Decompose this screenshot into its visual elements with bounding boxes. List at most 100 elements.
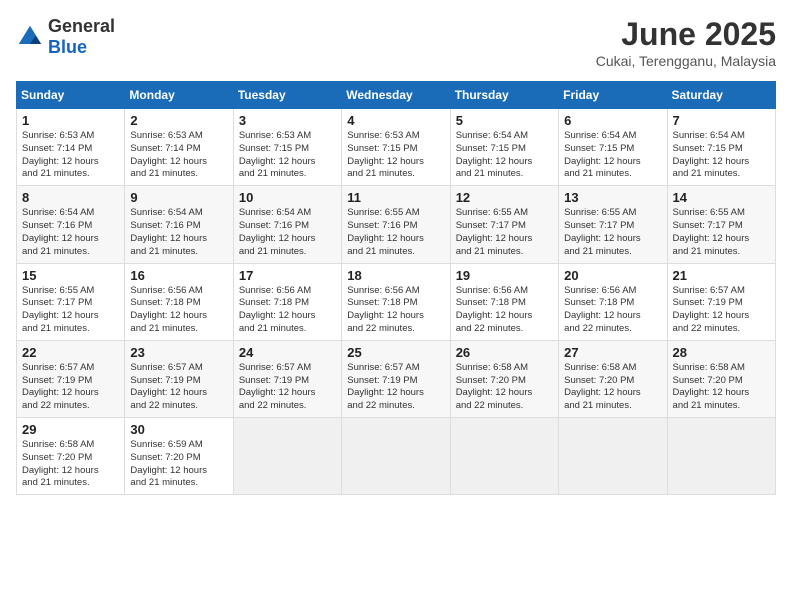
day-info-2: Sunrise: 6:53 AMSunset: 7:14 PMDaylight:… — [130, 130, 227, 181]
calendar-cell: 14 Sunrise: 6:55 AMSunset: 7:17 PMDayligh… — [667, 186, 775, 263]
day-number-11: 11 — [347, 190, 444, 205]
day-number-26: 26 — [456, 345, 553, 360]
day-info-21: Sunrise: 6:57 AMSunset: 7:19 PMDaylight:… — [673, 285, 770, 336]
header-monday: Monday — [125, 82, 233, 109]
calendar-cell: 16 Sunrise: 6:56 AMSunset: 7:18 PMDayligh… — [125, 263, 233, 340]
calendar-cell: 30 Sunrise: 6:59 AMSunset: 7:20 PMDayligh… — [125, 418, 233, 495]
calendar-cell — [233, 418, 341, 495]
header-sunday: Sunday — [17, 82, 125, 109]
day-number-5: 5 — [456, 113, 553, 128]
calendar-cell: 7Sunrise: 6:54 AMSunset: 7:15 PMDaylight… — [667, 109, 775, 186]
day-info-28: Sunrise: 6:58 AMSunset: 7:20 PMDaylight:… — [673, 362, 770, 413]
calendar-cell: 1 Sunrise: 6:53 AMSunset: 7:14 PMDaylight… — [17, 109, 125, 186]
calendar-cell — [342, 418, 450, 495]
day-info-26: Sunrise: 6:58 AMSunset: 7:20 PMDaylight:… — [456, 362, 553, 413]
day-info-18: Sunrise: 6:56 AMSunset: 7:18 PMDaylight:… — [347, 285, 444, 336]
day-info-17: Sunrise: 6:56 AMSunset: 7:18 PMDaylight:… — [239, 285, 336, 336]
calendar-week-row: 29 Sunrise: 6:58 AMSunset: 7:20 PMDayligh… — [17, 418, 776, 495]
calendar-cell: 9 Sunrise: 6:54 AMSunset: 7:16 PMDaylight… — [125, 186, 233, 263]
calendar-cell: 19 Sunrise: 6:56 AMSunset: 7:18 PMDayligh… — [450, 263, 558, 340]
day-info-27: Sunrise: 6:58 AMSunset: 7:20 PMDaylight:… — [564, 362, 661, 413]
day-number-3: 3 — [239, 113, 336, 128]
day-info-10: Sunrise: 6:54 AMSunset: 7:16 PMDaylight:… — [239, 207, 336, 258]
calendar-cell: 20 Sunrise: 6:56 AMSunset: 7:18 PMDayligh… — [559, 263, 667, 340]
header-saturday: Saturday — [667, 82, 775, 109]
logo-icon — [16, 23, 44, 51]
day-number-28: 28 — [673, 345, 770, 360]
header-tuesday: Tuesday — [233, 82, 341, 109]
day-number-20: 20 — [564, 268, 661, 283]
day-number-15: 15 — [22, 268, 119, 283]
calendar-cell: 11 Sunrise: 6:55 AMSunset: 7:16 PMDayligh… — [342, 186, 450, 263]
day-info-24: Sunrise: 6:57 AMSunset: 7:19 PMDaylight:… — [239, 362, 336, 413]
calendar-cell: 23 Sunrise: 6:57 AMSunset: 7:19 PMDayligh… — [125, 340, 233, 417]
calendar-header-row: Sunday Monday Tuesday Wednesday Thursday… — [17, 82, 776, 109]
day-number-29: 29 — [22, 422, 119, 437]
day-info-15: Sunrise: 6:55 AMSunset: 7:17 PMDaylight:… — [22, 285, 119, 336]
day-number-19: 19 — [456, 268, 553, 283]
header-friday: Friday — [559, 82, 667, 109]
day-info-1: Sunrise: 6:53 AMSunset: 7:14 PMDaylight:… — [22, 130, 119, 181]
day-info-23: Sunrise: 6:57 AMSunset: 7:19 PMDaylight:… — [130, 362, 227, 413]
calendar-cell: 13Sunrise: 6:55 AMSunset: 7:17 PMDayligh… — [559, 186, 667, 263]
day-number-23: 23 — [130, 345, 227, 360]
day-number-17: 17 — [239, 268, 336, 283]
calendar-table: Sunday Monday Tuesday Wednesday Thursday… — [16, 81, 776, 495]
day-number-12: 12 — [456, 190, 553, 205]
day-info-16: Sunrise: 6:56 AMSunset: 7:18 PMDaylight:… — [130, 285, 227, 336]
day-info-29: Sunrise: 6:58 AMSunset: 7:20 PMDaylight:… — [22, 439, 119, 490]
day-info-11: Sunrise: 6:55 AMSunset: 7:16 PMDaylight:… — [347, 207, 444, 258]
calendar-cell: 22Sunrise: 6:57 AMSunset: 7:19 PMDayligh… — [17, 340, 125, 417]
calendar-cell: 3Sunrise: 6:53 AMSunset: 7:15 PMDaylight… — [233, 109, 341, 186]
day-number-9: 9 — [130, 190, 227, 205]
calendar-cell: 15 Sunrise: 6:55 AMSunset: 7:17 PMDayligh… — [17, 263, 125, 340]
calendar-week-row: 22Sunrise: 6:57 AMSunset: 7:19 PMDayligh… — [17, 340, 776, 417]
day-number-4: 4 — [347, 113, 444, 128]
day-number-24: 24 — [239, 345, 336, 360]
calendar-cell: 26 Sunrise: 6:58 AMSunset: 7:20 PMDayligh… — [450, 340, 558, 417]
day-number-10: 10 — [239, 190, 336, 205]
day-number-16: 16 — [130, 268, 227, 283]
day-number-30: 30 — [130, 422, 227, 437]
day-info-6: Sunrise: 6:54 AMSunset: 7:15 PMDaylight:… — [564, 130, 661, 181]
calendar-week-row: 1 Sunrise: 6:53 AMSunset: 7:14 PMDaylight… — [17, 109, 776, 186]
calendar-cell: 28 Sunrise: 6:58 AMSunset: 7:20 PMDayligh… — [667, 340, 775, 417]
calendar-week-row: 15 Sunrise: 6:55 AMSunset: 7:17 PMDayligh… — [17, 263, 776, 340]
calendar-cell: 27Sunrise: 6:58 AMSunset: 7:20 PMDayligh… — [559, 340, 667, 417]
day-info-19: Sunrise: 6:56 AMSunset: 7:18 PMDaylight:… — [456, 285, 553, 336]
calendar-cell: 10 Sunrise: 6:54 AMSunset: 7:16 PMDayligh… — [233, 186, 341, 263]
month-title: June 2025 — [596, 16, 776, 53]
header-wednesday: Wednesday — [342, 82, 450, 109]
day-info-7: Sunrise: 6:54 AMSunset: 7:15 PMDaylight:… — [673, 130, 770, 181]
calendar-cell — [450, 418, 558, 495]
logo-text: General Blue — [48, 16, 115, 58]
day-number-14: 14 — [673, 190, 770, 205]
day-info-5: Sunrise: 6:54 AMSunset: 7:15 PMDaylight:… — [456, 130, 553, 181]
logo: General Blue — [16, 16, 115, 58]
day-info-8: Sunrise: 6:54 AMSunset: 7:16 PMDaylight:… — [22, 207, 119, 258]
day-number-21: 21 — [673, 268, 770, 283]
day-number-18: 18 — [347, 268, 444, 283]
day-number-13: 13 — [564, 190, 661, 205]
calendar-cell: 25Sunrise: 6:57 AMSunset: 7:19 PMDayligh… — [342, 340, 450, 417]
calendar-cell: 8 Sunrise: 6:54 AMSunset: 7:16 PMDaylight… — [17, 186, 125, 263]
day-info-30: Sunrise: 6:59 AMSunset: 7:20 PMDaylight:… — [130, 439, 227, 490]
day-number-8: 8 — [22, 190, 119, 205]
day-info-20: Sunrise: 6:56 AMSunset: 7:18 PMDaylight:… — [564, 285, 661, 336]
logo-general: General — [48, 16, 115, 36]
calendar-cell: 6Sunrise: 6:54 AMSunset: 7:15 PMDaylight… — [559, 109, 667, 186]
day-info-25: Sunrise: 6:57 AMSunset: 7:19 PMDaylight:… — [347, 362, 444, 413]
calendar-week-row: 8 Sunrise: 6:54 AMSunset: 7:16 PMDaylight… — [17, 186, 776, 263]
calendar-cell: 29 Sunrise: 6:58 AMSunset: 7:20 PMDayligh… — [17, 418, 125, 495]
day-info-4: Sunrise: 6:53 AMSunset: 7:15 PMDaylight:… — [347, 130, 444, 181]
day-info-14: Sunrise: 6:55 AMSunset: 7:17 PMDaylight:… — [673, 207, 770, 258]
calendar-cell: 17 Sunrise: 6:56 AMSunset: 7:18 PMDayligh… — [233, 263, 341, 340]
calendar-cell: 24 Sunrise: 6:57 AMSunset: 7:19 PMDayligh… — [233, 340, 341, 417]
logo-blue: Blue — [48, 37, 87, 57]
day-info-9: Sunrise: 6:54 AMSunset: 7:16 PMDaylight:… — [130, 207, 227, 258]
day-number-2: 2 — [130, 113, 227, 128]
calendar-cell — [667, 418, 775, 495]
calendar-cell: 21 Sunrise: 6:57 AMSunset: 7:19 PMDayligh… — [667, 263, 775, 340]
day-info-12: Sunrise: 6:55 AMSunset: 7:17 PMDaylight:… — [456, 207, 553, 258]
day-number-1: 1 — [22, 113, 119, 128]
